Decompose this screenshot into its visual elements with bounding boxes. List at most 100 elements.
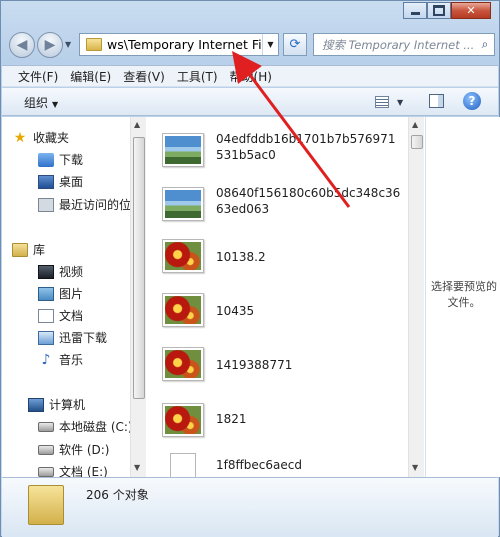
file-name: 1821 <box>216 412 247 426</box>
pictures-icon <box>38 286 54 301</box>
file-name: 10435 <box>216 304 255 318</box>
close-button[interactable] <box>451 2 491 19</box>
navigation-bar: ◀ ▶ ▼ ws\Temporary Internet Files ▼ ⟳ 搜索… <box>7 29 495 61</box>
refresh-button[interactable]: ⟳ <box>283 33 307 56</box>
back-arrow-icon: ◀ <box>16 37 28 53</box>
menu-help[interactable]: 帮助(H) <box>224 68 278 85</box>
details-pane: 206 个对象 <box>2 477 498 537</box>
nav-computer-label: 计算机 <box>49 398 86 412</box>
image-thumbnail <box>162 347 204 381</box>
file-name: 10138.2 <box>216 250 266 264</box>
menu-view[interactable]: 查看(V) <box>117 68 171 85</box>
organize-button[interactable]: 组织 ▼ <box>24 94 58 111</box>
menu-tools[interactable]: 工具(T) <box>171 68 224 85</box>
scroll-down-arrow-icon[interactable]: ▼ <box>412 463 418 472</box>
back-button[interactable]: ◀ <box>9 32 35 58</box>
organize-label: 组织 <box>24 96 49 110</box>
nav-recent-label: 最近访问的位置 <box>59 198 130 212</box>
nav-drive-d[interactable]: 软件 (D:) <box>38 441 109 458</box>
file-icon <box>170 453 196 477</box>
image-thumbnail <box>162 293 204 327</box>
address-bar[interactable]: ws\Temporary Internet Files ▼ <box>79 33 279 56</box>
nav-desktop[interactable]: 桌面 <box>38 173 83 190</box>
search-box[interactable]: 搜索 Temporary Internet ... ⌕ <box>313 33 495 56</box>
nav-drive-d-label: 软件 (D:) <box>59 443 110 457</box>
details-view-icon <box>375 96 389 108</box>
nav-videos[interactable]: 视频 <box>38 263 83 280</box>
music-icon: ♪ <box>41 351 51 368</box>
desktop-icon <box>38 174 54 189</box>
nav-pictures-label: 图片 <box>59 287 84 301</box>
nav-music[interactable]: ♪ 音乐 <box>38 351 83 368</box>
scroll-up-arrow-icon[interactable]: ▲ <box>134 120 140 129</box>
list-item[interactable]: 08640f156180c60b5dc348c3663ed063 <box>162 183 407 231</box>
library-icon <box>12 242 28 257</box>
hard-drive-icon <box>38 444 54 455</box>
downloads-icon <box>38 152 54 167</box>
nav-drive-c-label: 本地磁盘 (C:) <box>59 420 130 434</box>
image-thumbnail <box>162 187 204 221</box>
forward-button[interactable]: ▶ <box>37 32 63 58</box>
nav-libraries[interactable]: 库 <box>12 241 45 258</box>
star-icon: ★ <box>13 129 27 146</box>
list-item[interactable]: 1821 <box>162 403 407 451</box>
navigation-pane: ★ 收藏夹 下载 桌面 最近访问的位置 库 视频 <box>2 117 130 477</box>
nav-favorites[interactable]: ★ 收藏夹 <box>12 129 69 146</box>
nav-drive-e[interactable]: 文档 (E:) <box>38 463 108 477</box>
nav-recent-places[interactable]: 最近访问的位置 <box>38 196 130 213</box>
list-item[interactable]: 10138.2 <box>162 239 407 287</box>
folder-icon <box>86 38 102 51</box>
list-item[interactable]: 1f8ffbec6aecd <box>162 453 407 477</box>
chevron-down-icon[interactable]: ▼ <box>397 98 403 107</box>
menu-edit[interactable]: 编辑(E) <box>64 68 117 85</box>
filelist-scrollbar[interactable]: ▲ ▼ <box>408 117 424 477</box>
documents-icon <box>38 308 54 323</box>
nav-favorites-label: 收藏夹 <box>33 131 70 145</box>
preview-message: 选择要预览的文件。 <box>431 280 497 309</box>
list-item[interactable]: 04edfddb16b1701b7b576971531b5ac0 <box>162 129 407 177</box>
change-view-button[interactable]: ▼ <box>375 94 411 110</box>
minimize-button[interactable] <box>403 2 427 19</box>
nav-pictures[interactable]: 图片 <box>38 285 83 302</box>
image-thumbnail <box>162 133 204 167</box>
nav-drive-c[interactable]: 本地磁盘 (C:) <box>38 418 130 435</box>
nav-documents-label: 文档 <box>59 309 84 323</box>
list-item[interactable]: 10435 <box>162 293 407 341</box>
image-thumbnail <box>162 403 204 437</box>
nav-libraries-label: 库 <box>33 243 46 257</box>
search-input[interactable]: 搜索 Temporary Internet ... <box>314 37 476 53</box>
nav-downloads-label: 下载 <box>59 153 84 167</box>
list-item[interactable]: 1419388771 <box>162 347 407 395</box>
nav-thunder-downloads[interactable]: 迅雷下载 <box>38 329 107 346</box>
help-icon[interactable]: ? <box>463 92 481 110</box>
nav-downloads[interactable]: 下载 <box>38 151 83 168</box>
search-icon[interactable]: ⌕ <box>476 37 494 52</box>
file-name: 1f8ffbec6aecd <box>216 458 302 472</box>
navpane-scrollbar[interactable]: ▲ ▼ <box>130 117 146 477</box>
nav-computer[interactable]: 计算机 <box>28 396 85 413</box>
file-name: 1419388771 <box>216 358 293 372</box>
forward-arrow-icon: ▶ <box>44 37 56 53</box>
scroll-down-arrow-icon[interactable]: ▼ <box>134 463 140 472</box>
computer-icon <box>28 397 44 412</box>
chevron-down-icon: ▼ <box>52 100 59 109</box>
maximize-button[interactable] <box>427 2 451 19</box>
preview-pane-toggle-icon[interactable] <box>429 94 444 108</box>
filelist-scroll-thumb[interactable] <box>411 135 423 149</box>
recent-pages-dropdown[interactable]: ▼ <box>65 40 71 49</box>
scroll-up-arrow-icon[interactable]: ▲ <box>412 120 418 129</box>
recent-places-icon <box>38 197 54 212</box>
help-glyph: ? <box>468 94 476 108</box>
hard-drive-icon <box>38 421 54 432</box>
hard-drive-icon <box>38 466 54 477</box>
file-name: 04edfddb16b1701b7b576971531b5ac0 <box>216 132 396 162</box>
nav-videos-label: 视频 <box>59 265 84 279</box>
nav-documents[interactable]: 文档 <box>38 307 83 324</box>
navpane-scroll-thumb[interactable] <box>133 137 145 399</box>
menu-file[interactable]: 文件(F) <box>12 68 64 85</box>
address-text[interactable]: ws\Temporary Internet Files <box>107 37 262 52</box>
command-bar: 组织 ▼ ▼ ? <box>2 88 498 116</box>
preview-pane: 选择要预览的文件。 <box>425 117 500 477</box>
file-name: 08640f156180c60b5dc348c3663ed063 <box>216 186 401 216</box>
address-dropdown-button[interactable]: ▼ <box>262 34 278 55</box>
